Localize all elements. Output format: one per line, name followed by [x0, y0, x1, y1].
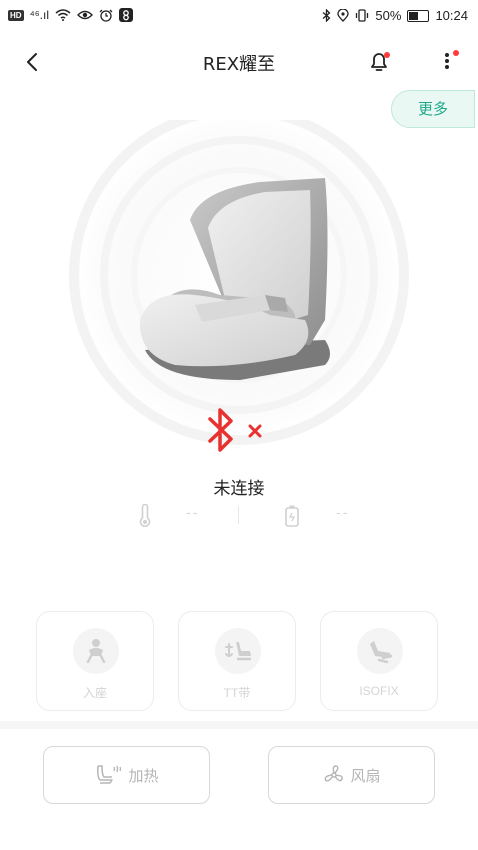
tether-seat-icon [225, 642, 251, 661]
bluetooth-status-icon [323, 9, 331, 22]
battery-value: -- [336, 506, 350, 521]
fan-label: 风扇 [350, 766, 381, 785]
battery-icon [407, 9, 430, 22]
device-metrics: -- -- [0, 500, 478, 530]
thermometer-icon [139, 504, 151, 527]
app-notification-icon [119, 8, 133, 22]
status-bar: HD ⁴⁶.ıl 50% 10:24 [0, 0, 478, 32]
location-icon [337, 9, 350, 22]
fan-button[interactable]: 风扇 [268, 746, 435, 804]
tile-label: 入座 [82, 686, 107, 700]
bell-icon [371, 53, 387, 71]
tile-label: ISOFIX [359, 684, 399, 698]
notification-dot [384, 52, 390, 58]
battery-level-icon [285, 505, 299, 527]
signal-text: ⁴⁶.ıl [29, 8, 49, 22]
heat-label: 加热 [128, 766, 159, 785]
alarm-icon [99, 9, 113, 22]
connection-status: 未连接 [213, 479, 265, 499]
tile-label: TT带 [223, 686, 251, 700]
page-title: REX耀至 [202, 54, 276, 75]
eye-icon [77, 10, 93, 20]
tile-seated[interactable]: 入座 [36, 611, 154, 711]
hd-badge: HD [8, 9, 24, 21]
battery-fill [409, 11, 419, 20]
status-time: 10:24 [435, 8, 468, 23]
overflow-menu-button[interactable] [432, 46, 462, 76]
bluetooth-disconnected-icon [208, 408, 262, 452]
vibrate-icon [356, 9, 369, 22]
wifi-icon [55, 9, 71, 21]
app-header: REX耀至 [0, 40, 478, 84]
tile-isofix[interactable]: ISOFIX [320, 611, 438, 711]
heated-seat-icon [97, 765, 122, 784]
temperature-value: -- [186, 506, 200, 521]
isofix-seat-icon [370, 641, 393, 664]
menu-dot [453, 50, 459, 56]
fan-icon [325, 765, 344, 782]
heat-button[interactable]: 加热 [43, 746, 210, 804]
battery-percent: 50% [375, 8, 402, 23]
child-icon [86, 639, 106, 664]
notification-button[interactable] [364, 46, 394, 76]
section-divider [0, 721, 478, 729]
metric-divider [238, 506, 239, 524]
tile-tt-strap[interactable]: TT带 [178, 611, 296, 711]
car-seat-image [139, 178, 330, 380]
